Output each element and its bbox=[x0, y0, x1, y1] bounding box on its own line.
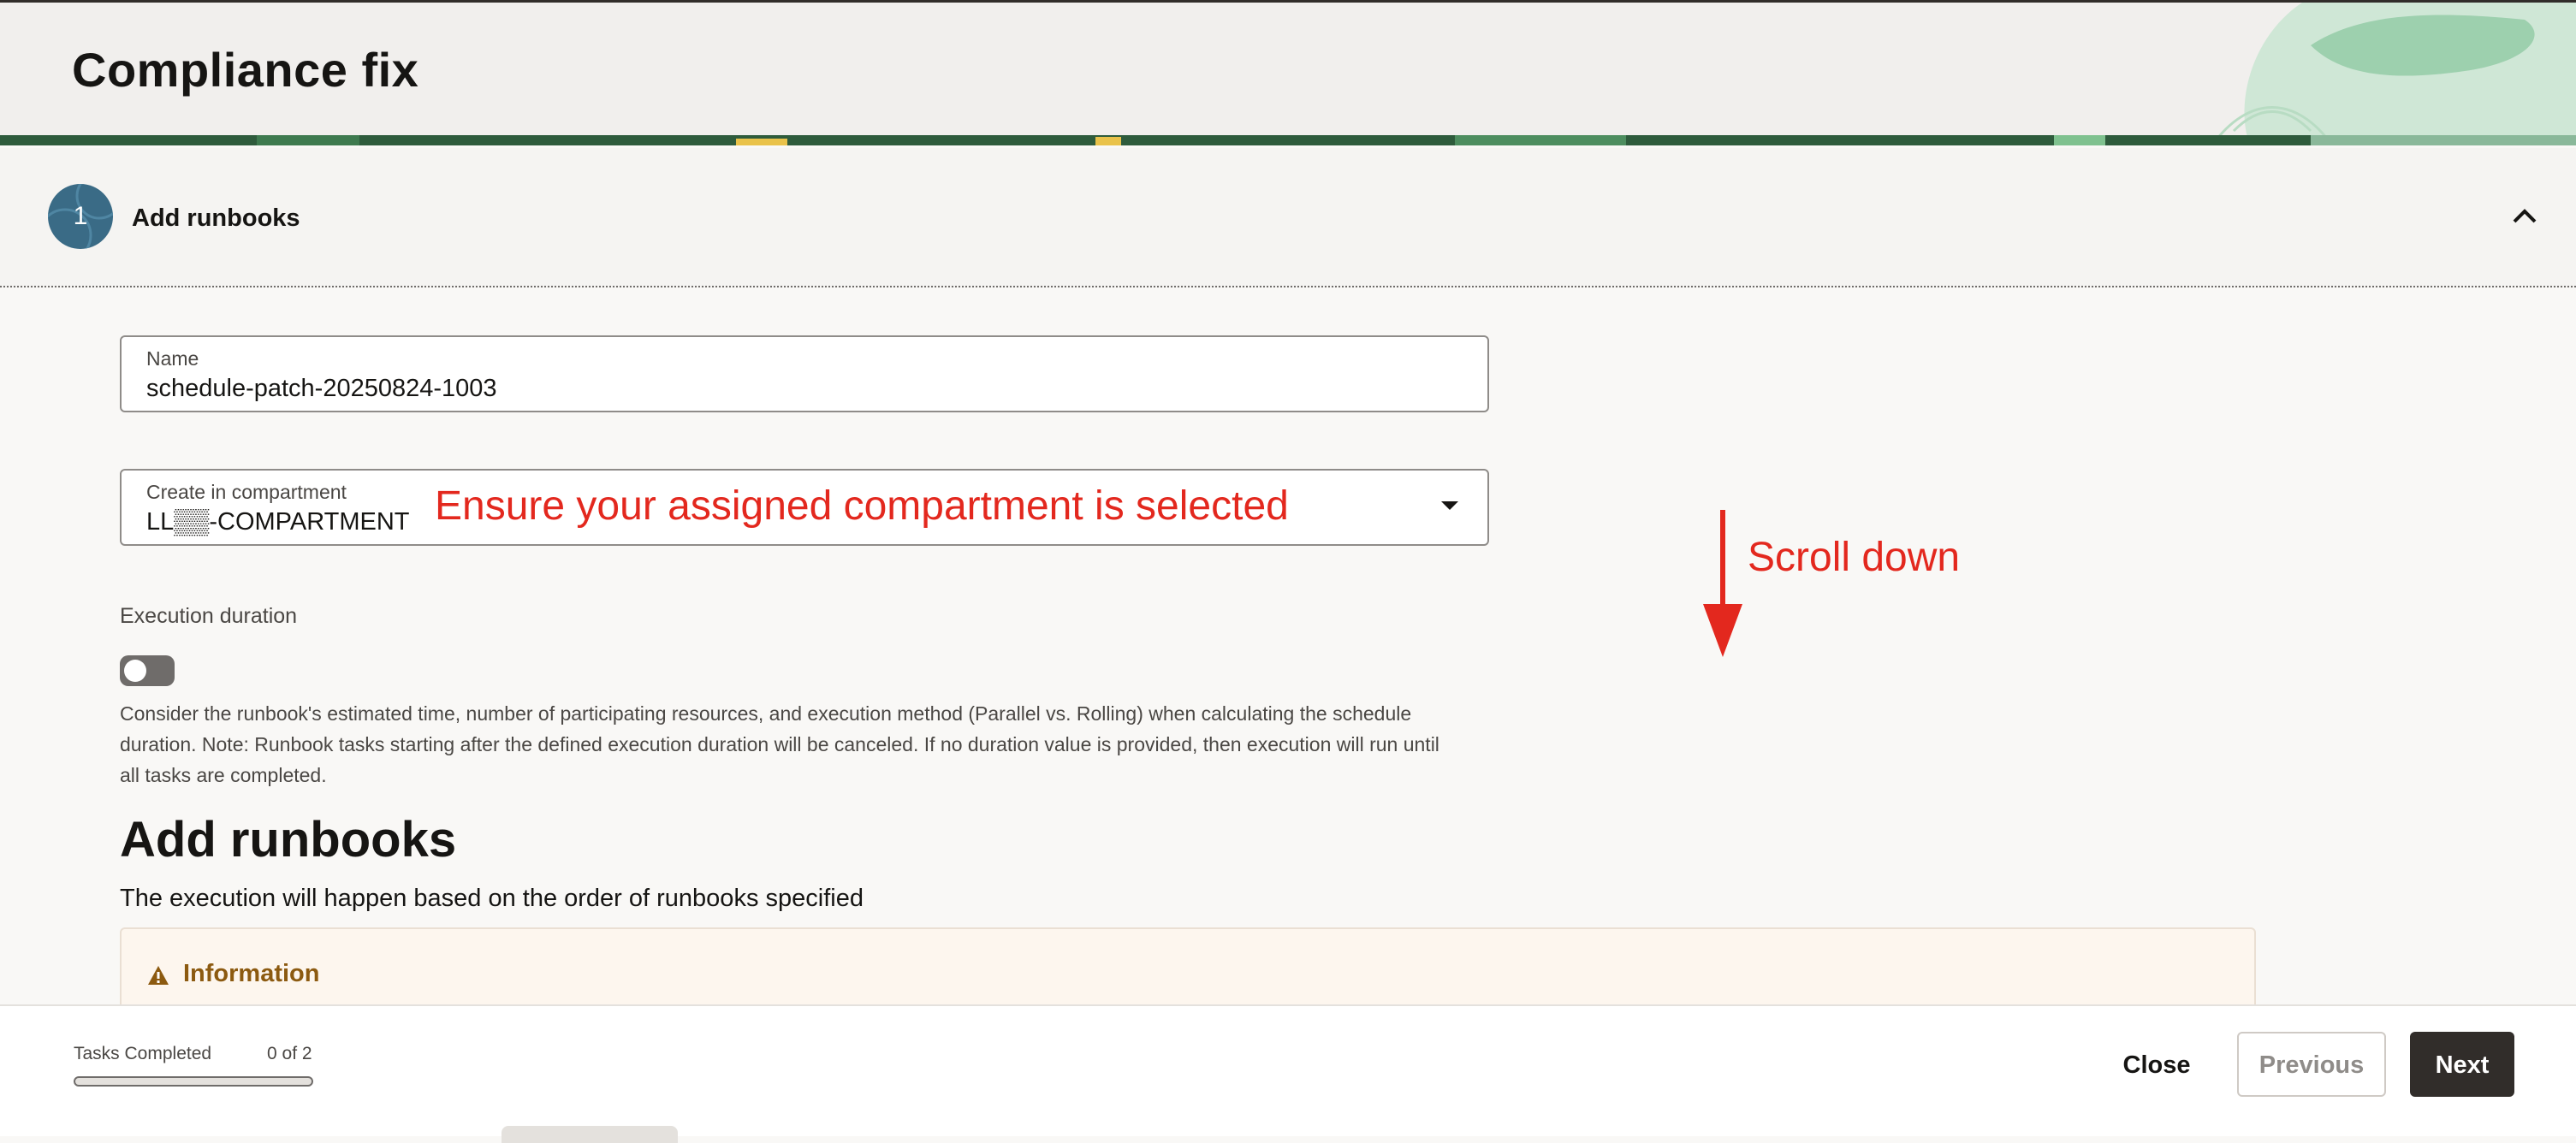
toggle-knob bbox=[124, 660, 146, 682]
page-title: Compliance fix bbox=[72, 43, 419, 97]
chevron-up-icon[interactable] bbox=[2508, 199, 2542, 234]
section-subtitle: The execution will happen based on the o… bbox=[120, 885, 864, 912]
wizard-footer: Tasks Completed 0 of 2 Close Previous Ne… bbox=[0, 1004, 2576, 1143]
caret-down-icon[interactable] bbox=[1441, 501, 1458, 510]
information-title: Information bbox=[183, 960, 320, 987]
execution-duration-help: Consider the runbook's estimated time, n… bbox=[120, 702, 1439, 786]
header-decorative-art bbox=[2215, 3, 2576, 145]
arrow-down-icon bbox=[1703, 510, 1742, 657]
previous-button[interactable]: Previous bbox=[2237, 1032, 2386, 1097]
tasks-completed-count: 0 of 2 bbox=[267, 1044, 312, 1063]
compartment-select-label: Create in compartment bbox=[146, 481, 347, 503]
name-field-value[interactable]: schedule-patch-20250824-1003 bbox=[146, 375, 497, 403]
scroll-annotation: Scroll down bbox=[1748, 535, 1961, 580]
section-title: Add runbooks bbox=[120, 812, 457, 868]
bottom-tab-handle[interactable] bbox=[502, 1126, 678, 1143]
execution-duration-label: Execution duration bbox=[120, 604, 298, 628]
tasks-progress-bar bbox=[74, 1076, 313, 1087]
page-header: Compliance fix bbox=[0, 0, 2576, 145]
execution-duration-toggle[interactable] bbox=[120, 655, 175, 686]
compartment-select-value[interactable]: LL▒▒-COMPARTMENT bbox=[146, 508, 410, 536]
name-field-label: Name bbox=[146, 347, 199, 370]
step-indicator: 1 bbox=[48, 184, 113, 249]
compartment-select[interactable]: Create in compartment LL▒▒-COMPARTMENT E… bbox=[120, 469, 1489, 546]
next-button[interactable]: Next bbox=[2410, 1032, 2514, 1097]
close-button[interactable]: Close bbox=[2097, 1032, 2217, 1097]
compartment-annotation: Ensure your assigned compartment is sele… bbox=[435, 483, 1289, 529]
name-field[interactable]: Name schedule-patch-20250824-1003 bbox=[120, 335, 1489, 412]
step-number: 1 bbox=[73, 202, 88, 230]
header-decorative-band bbox=[0, 135, 2576, 145]
step-title: Add runbooks bbox=[132, 204, 300, 232]
tasks-completed-label: Tasks Completed bbox=[74, 1044, 212, 1063]
warning-icon bbox=[148, 966, 169, 985]
step-header[interactable]: 1 Add runbooks bbox=[0, 148, 2576, 287]
